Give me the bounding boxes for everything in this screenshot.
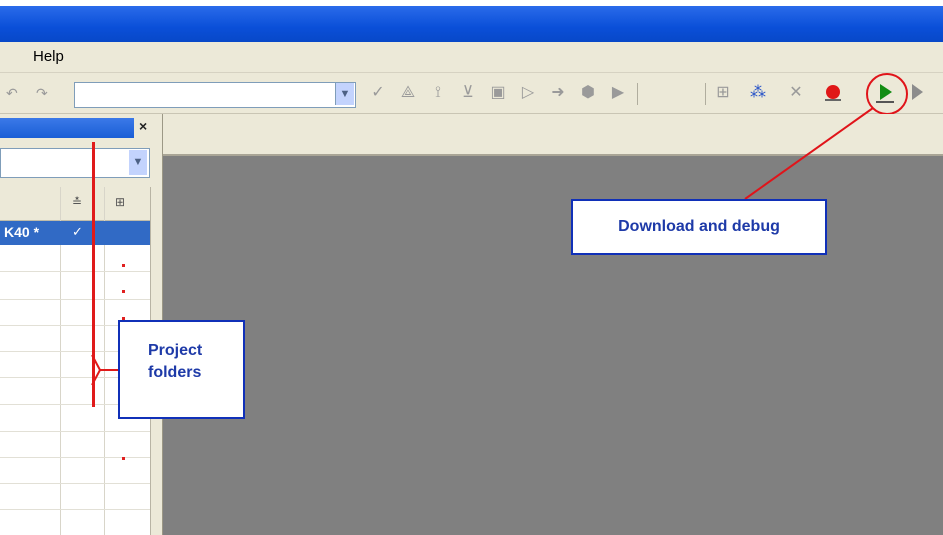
- tool-icon[interactable]: ⬢: [578, 83, 598, 103]
- breakpoint-icon[interactable]: [826, 85, 840, 99]
- selected-row[interactable]: K40 * ✓: [0, 221, 150, 245]
- panel-close-button[interactable]: ×: [139, 118, 147, 134]
- toolbar-combo[interactable]: [74, 82, 356, 108]
- grid-header: ≛ ⊞: [0, 187, 150, 221]
- table-row: [0, 509, 150, 510]
- modified-dot: [122, 290, 125, 293]
- toolbar-separator: [705, 83, 706, 105]
- download-debug-callout: Download and debug: [571, 199, 827, 255]
- highlight-circle: [866, 73, 908, 115]
- menu-bar: Help: [0, 42, 943, 73]
- redo-icon[interactable]: ↷: [36, 85, 48, 102]
- modified-dot: [122, 457, 125, 460]
- check-icon: ✓: [72, 224, 83, 239]
- tool-icon[interactable]: ✓: [368, 83, 388, 103]
- project-folders-callout: Project folders: [118, 320, 245, 419]
- tool-icon[interactable]: ▣: [488, 83, 508, 103]
- undo-icon[interactable]: ↶: [6, 85, 18, 102]
- modified-dot: [122, 264, 125, 267]
- tool-icon[interactable]: ⟁: [398, 83, 418, 103]
- configuration-combo[interactable]: [0, 148, 150, 178]
- annotation-bracket-line: [92, 142, 95, 407]
- breakpoint-base: [825, 99, 841, 101]
- toolbar-combo-arrow[interactable]: ▼: [335, 83, 354, 105]
- sort-icon[interactable]: ≛: [72, 195, 82, 209]
- tool-icon[interactable]: ▷: [518, 83, 538, 103]
- table-row: [0, 271, 150, 272]
- table-row: [0, 431, 150, 432]
- tool-icon[interactable]: ➜: [548, 83, 568, 103]
- configuration-combo-arrow[interactable]: ▼: [129, 150, 147, 175]
- panel-title-bar: [0, 118, 134, 138]
- table-row: [0, 483, 150, 484]
- editor-tab-strip: [163, 114, 943, 156]
- menu-help[interactable]: Help: [33, 48, 64, 65]
- tool-icon[interactable]: ⊻: [458, 83, 478, 103]
- toolbar-separator: [637, 83, 638, 105]
- tool-icon[interactable]: ⁂: [748, 83, 768, 103]
- project-folders-line2: folders: [148, 364, 202, 381]
- tool-icon[interactable]: ⊞: [713, 83, 733, 103]
- step-icon[interactable]: [912, 84, 923, 100]
- toolbar: ↶ ↷ ▼ ✓ ⟁ ⟟ ⊻ ▣ ▷ ➜ ⬢ ▶ ⊞ ⁂ ✕: [0, 73, 943, 114]
- table-row: [0, 457, 150, 458]
- project-folders-line1: Project: [148, 342, 203, 359]
- tool-icon[interactable]: ▶: [608, 83, 628, 103]
- title-bar: [0, 6, 943, 42]
- selected-row-text: K40 *: [4, 224, 40, 240]
- options-icon[interactable]: ⊞: [115, 195, 125, 209]
- tool-icon[interactable]: ⟟: [428, 83, 448, 103]
- tool-icon[interactable]: ✕: [786, 83, 806, 103]
- table-row: [0, 299, 150, 300]
